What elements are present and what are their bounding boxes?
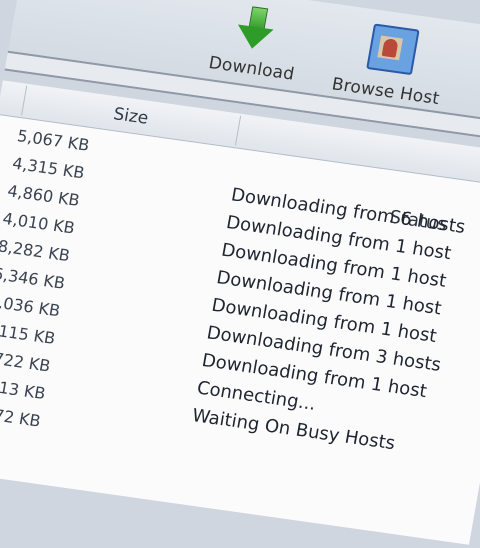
column-divider[interactable]	[21, 85, 28, 116]
column-divider[interactable]	[234, 115, 242, 146]
column-header-size[interactable]: Size	[112, 104, 150, 129]
size-cell: 5,067 KB	[15, 126, 91, 155]
app-window: Download Browse Host Size Status 5,067 K…	[0, 0, 480, 548]
browse-host-button[interactable]: Browse Host	[330, 19, 450, 109]
download-button[interactable]: Download	[207, 2, 305, 85]
download-arrow-icon	[234, 5, 283, 52]
download-list: Status 5,067 KB 4,315 KB Downloading fro…	[0, 114, 480, 545]
browse-host-icon	[366, 23, 420, 76]
